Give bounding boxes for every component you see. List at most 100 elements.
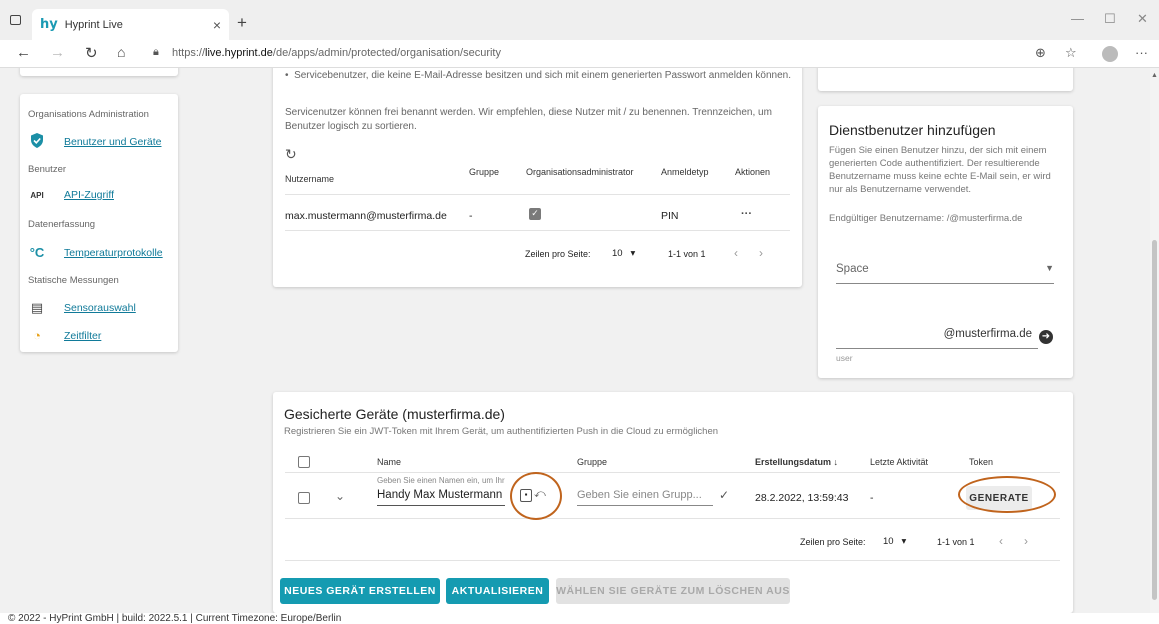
sort-arrow-down-icon: ↓ (833, 457, 839, 467)
confirm-check-icon[interactable]: ✓ (719, 488, 729, 502)
service-users-card: • Servicebenutzer, die keine E-Mail-Adre… (273, 68, 802, 287)
row-last-activity: - (870, 492, 874, 504)
sidebar-link-sensor[interactable]: Sensorauswahl (64, 302, 136, 314)
prev-page-icon[interactable]: ‹ (999, 534, 1003, 548)
col-group: Gruppe (469, 167, 500, 177)
tab-title: Hyprint Live (64, 18, 123, 31)
row-group: - (469, 210, 473, 222)
sidebar-item-sensor[interactable]: ▤ Sensorauswahl (28, 300, 136, 316)
next-page-icon[interactable]: › (759, 246, 763, 260)
maximize-icon[interactable]: ☐ (1104, 11, 1116, 27)
pagination-range: 1-1 von 1 (668, 249, 706, 259)
caret-down-icon: ▾ (901, 536, 907, 547)
back-icon[interactable]: ← (16, 44, 31, 61)
col-actions: Aktionen (735, 167, 771, 177)
home-icon[interactable]: ⌂ (117, 44, 125, 60)
zoom-icon[interactable]: ⊕ (1035, 45, 1046, 61)
hyprint-logo-icon: hy (40, 17, 58, 32)
url-field[interactable]: https://live.hyprint.de/de/apps/admin/pr… (172, 47, 501, 59)
favorites-icon[interactable]: ☆ (1065, 45, 1077, 61)
sidebar-item-api[interactable]: API API-Zugriff (28, 189, 114, 201)
divider (285, 194, 790, 195)
browser-tab-bar: hy Hyprint Live × + — ☐ ✕ (0, 0, 1159, 40)
page-content: Organisations Administration Benutzer un… (0, 68, 1159, 613)
org-admin-checkbox[interactable]: ✓ (529, 208, 541, 220)
row-username: max.mustermann@musterfirma.de (285, 210, 447, 222)
sidebar-section-static: Statische Messungen (28, 275, 119, 286)
profile-avatar[interactable] (1102, 46, 1118, 62)
row-checkbox[interactable] (298, 492, 310, 504)
rows-per-page-value: 10 (883, 536, 894, 547)
rows-per-page-label: Zeilen pro Seite: (525, 249, 591, 259)
annotation-circle-generate (958, 476, 1056, 513)
right-top-card (818, 68, 1073, 91)
device-name-label: Geben Sie einen Namen ein, um Ihr (377, 476, 505, 485)
prev-page-icon[interactable]: ‹ (734, 246, 738, 260)
rows-per-page-select[interactable]: 10 ▾ (612, 248, 635, 259)
service-bullet-text: Servicebenutzer, die keine E-Mail-Adress… (294, 70, 791, 81)
final-username: Endgültiger Benutzername: /@musterfirma.… (829, 213, 1023, 224)
device-group-input[interactable]: Geben Sie einen Grupp... (577, 489, 713, 506)
username-input[interactable]: @musterfirma.de (836, 328, 1038, 348)
sidebar-link-api[interactable]: API-Zugriff (64, 189, 114, 201)
scrollbar-thumb[interactable] (1152, 240, 1157, 600)
row-created: 28.2.2022, 13:59:43 (755, 492, 849, 504)
more-icon[interactable]: ··· (1135, 45, 1148, 60)
sidebar-item-timefilter[interactable]: ◔ Zeitfilter (28, 328, 101, 343)
divider (285, 472, 1060, 473)
next-page-icon[interactable]: › (1024, 534, 1028, 548)
create-device-button[interactable]: NEUES GERÄT ERSTELLEN (280, 578, 440, 604)
username-input-underline (836, 348, 1038, 349)
list-document-icon: ▤ (30, 300, 44, 315)
close-window-icon[interactable]: ✕ (1137, 11, 1148, 27)
expand-chevron-icon[interactable]: ⌄ (335, 489, 345, 503)
sidebar-section-data: Datenerfassung (28, 219, 96, 230)
new-tab-icon[interactable]: + (237, 13, 247, 33)
select-all-checkbox[interactable] (298, 456, 310, 468)
minimize-icon[interactable]: — (1071, 11, 1084, 26)
divider (285, 560, 1060, 561)
col-created-label: Erstellungsdatum (755, 457, 832, 467)
sidebar-nav: Organisations Administration Benutzer un… (20, 94, 178, 352)
scroll-up-icon[interactable]: ▲ (1151, 72, 1158, 79)
api-icon: API (30, 190, 44, 200)
rows-per-page-label: Zeilen pro Seite: (800, 537, 866, 547)
sidebar-link-users[interactable]: Benutzer und Geräte (64, 136, 161, 148)
refresh-icon[interactable]: ↻ (285, 146, 297, 163)
url-host: live.hyprint.de (205, 47, 273, 59)
rows-per-page-value: 10 (612, 248, 623, 259)
page-footer: © 2022 - HyPrint GmbH | build: 2022.5.1 … (0, 613, 1159, 624)
arrow-right-circle-icon[interactable]: ➜ (1039, 330, 1053, 344)
thermometer-celsius-icon: °C (29, 245, 45, 260)
device-name-input[interactable]: Handy Max Mustermann (377, 489, 505, 506)
sidebar-top-card (20, 68, 178, 76)
sidebar-item-temperature[interactable]: °C Temperaturprotokolle (28, 245, 163, 260)
space-select[interactable]: Space ▼ (836, 263, 1054, 283)
row-actions-icon[interactable]: ··· (741, 208, 752, 220)
browser-tab[interactable]: hy Hyprint Live × (32, 9, 229, 40)
window-tabs-icon[interactable] (10, 15, 21, 25)
col-last-activity: Letzte Aktivität (870, 457, 929, 467)
service-info: Servicenutzer können frei benannt werden… (285, 107, 772, 132)
add-service-title: Dienstbenutzer hinzufügen (829, 122, 996, 138)
col-created[interactable]: Erstellungsdatum ↓ (755, 457, 838, 467)
rows-per-page-select[interactable]: 10 ▾ (883, 536, 906, 547)
close-tab-icon[interactable]: × (213, 17, 221, 33)
forward-icon[interactable]: → (50, 44, 65, 61)
lock-icon: 🔒︎ (153, 46, 159, 58)
delete-devices-button[interactable]: WÄHLEN SIE GERÄTE ZUM LÖSCHEN AUS (556, 578, 790, 604)
col-token: Token (969, 457, 994, 467)
sidebar-link-timefilter[interactable]: Zeitfilter (64, 330, 101, 342)
device-actions: NEUES GERÄT ERSTELLEN AKTUALISIEREN WÄHL… (280, 578, 800, 604)
refresh-button[interactable]: AKTUALISIEREN (446, 578, 549, 604)
row-login-type: PIN (661, 210, 679, 222)
caret-down-icon: ▼ (1045, 263, 1054, 273)
col-group: Gruppe (577, 457, 608, 467)
col-org-admin: Organisationsadministrator (526, 167, 634, 177)
col-username: Nutzername (285, 174, 335, 184)
divider (285, 230, 790, 231)
sidebar-link-temperature[interactable]: Temperaturprotokolle (64, 247, 163, 259)
reload-icon[interactable]: ↻ (85, 44, 98, 62)
sidebar-item-users[interactable]: Benutzer und Geräte (28, 133, 161, 151)
col-name: Name (377, 457, 402, 467)
